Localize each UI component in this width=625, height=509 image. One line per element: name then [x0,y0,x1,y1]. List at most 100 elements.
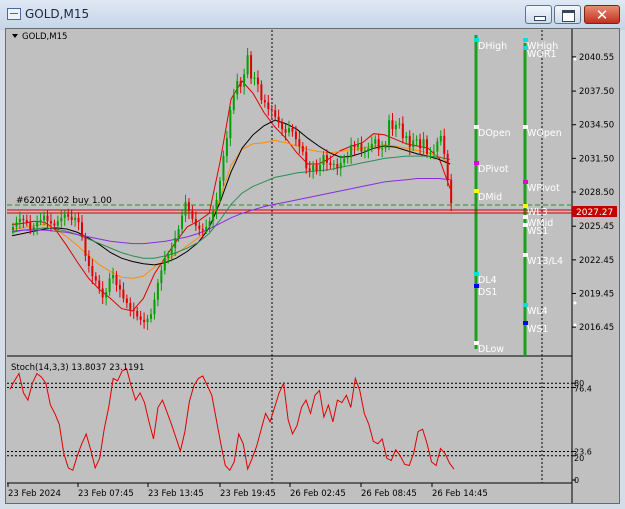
candle-body [250,55,253,79]
candle-body [212,211,215,222]
time-tick-label: 23 Feb 13:45 [148,489,204,499]
candle-body [225,138,228,157]
candle-body [260,84,263,101]
candle-body [436,141,439,152]
close-button[interactable]: ✕ [584,5,620,24]
candle-body [60,217,63,222]
candle-body [198,225,201,230]
chart-canvas[interactable]: #62021602 buy 1.00 DHigh DOpen DPivot DMid D… [6,29,620,504]
pivot-label: WL4 [527,306,548,317]
pivot-label: DPivot [478,164,509,175]
time-axis: 23 Feb 2024 23 Feb 07:45 23 Feb 13:45 23 Fe… [7,483,488,499]
candle-body [91,266,94,277]
candle-body [187,202,190,212]
candle-body [184,202,187,216]
pivot-label: WOpen [527,128,562,139]
candle-body [256,77,259,85]
candle-body [108,278,111,292]
candle-body [243,74,246,87]
candle-body [325,154,328,163]
price-tick-label: 2025.45 [579,222,614,232]
candle-body [450,179,453,204]
candle-body [174,237,177,249]
candle-body [281,122,284,130]
candle-body [263,100,266,103]
candle-body [439,135,442,142]
minimize-button[interactable] [525,5,552,24]
stochastic-label: Stoch(14,3,3) 13.8037 23.1191 [11,363,144,373]
time-tick-label: 26 Feb 14:45 [432,489,488,499]
candle-body [74,217,77,221]
candle-body [163,258,166,271]
price-tick-label: 2016.45 [579,323,614,333]
candle-body [319,165,322,171]
time-tick-label: 23 Feb 2024 [8,489,61,499]
candle-body [374,139,377,144]
chart-area[interactable]: #62021602 buy 1.00 DHigh DOpen DPivot DMid D… [5,28,620,504]
price-tick-label: 2037.50 [579,87,614,97]
candle-body [63,214,66,218]
candle-body [101,288,104,298]
candle-body [405,135,408,139]
candle-body [129,303,132,310]
candle-body [43,215,46,221]
candle-body [239,80,242,87]
maximize-button[interactable] [554,5,581,24]
candle-body [94,276,97,281]
title-bar[interactable]: GOLD,M15 ✕ [0,0,625,30]
candle-body [160,270,163,283]
candle-body [322,154,325,166]
candle-body [49,221,52,224]
price-tick-label: 2040.55 [579,53,614,63]
candle-body [350,144,353,158]
candle-body [329,162,332,166]
pivot-label: DL4 [478,275,497,286]
pivot-label: W13/L4 [527,256,563,267]
candle-body [332,163,335,166]
candle-body [246,55,249,75]
candle-body [394,124,397,130]
candle-body [194,218,197,226]
candle-body [125,298,128,304]
time-tick-label: 23 Feb 19:45 [220,489,276,499]
stochastic-line [9,367,455,472]
pivot-label: DLow [478,344,504,355]
candle-body [360,143,363,152]
candle-body [232,94,235,111]
candle-body [253,77,256,79]
candle-body [432,151,435,153]
stochastic-tick-label: 76.4 [574,385,592,394]
current-price-label: 2027.27 [576,208,613,218]
candle-body [112,274,115,279]
candle-body [208,221,211,227]
candle-body [98,280,101,289]
candle-body [343,158,346,163]
candle-body [18,218,21,223]
stochastic-tick-label: 20 [574,454,584,463]
candle-body [181,215,184,230]
candle-body [205,226,208,231]
time-tick-label: 23 Feb 07:45 [78,489,134,499]
price-tick-label: 2019.45 [579,289,614,299]
order-label: #62021602 buy 1.00 [16,196,112,206]
chart-window: GOLD,M15 ✕ #62021602 buy 1.00 DHigh DOpe… [0,0,625,509]
time-tick-label: 26 Feb 02:45 [290,489,346,499]
candle-body [443,135,446,154]
candle-body [312,165,315,171]
candle-body [415,139,418,141]
candle-body [308,168,311,171]
close-icon: ✕ [595,6,609,24]
pivot-label: WL3 [527,207,548,218]
price-tick-label: 2034.50 [579,121,614,131]
candle-body [215,199,218,212]
pivot-label: WS1 [527,324,548,335]
candle-body [153,299,156,315]
candle-body [15,222,18,227]
maximize-icon [562,10,575,22]
axis-pivot-dot [573,57,577,61]
stochastic-tick-label: 0 [574,476,579,485]
candle-body [388,120,391,145]
pivot-label: DMid [478,192,502,203]
candle-body [429,152,432,154]
candle-body [381,148,384,150]
